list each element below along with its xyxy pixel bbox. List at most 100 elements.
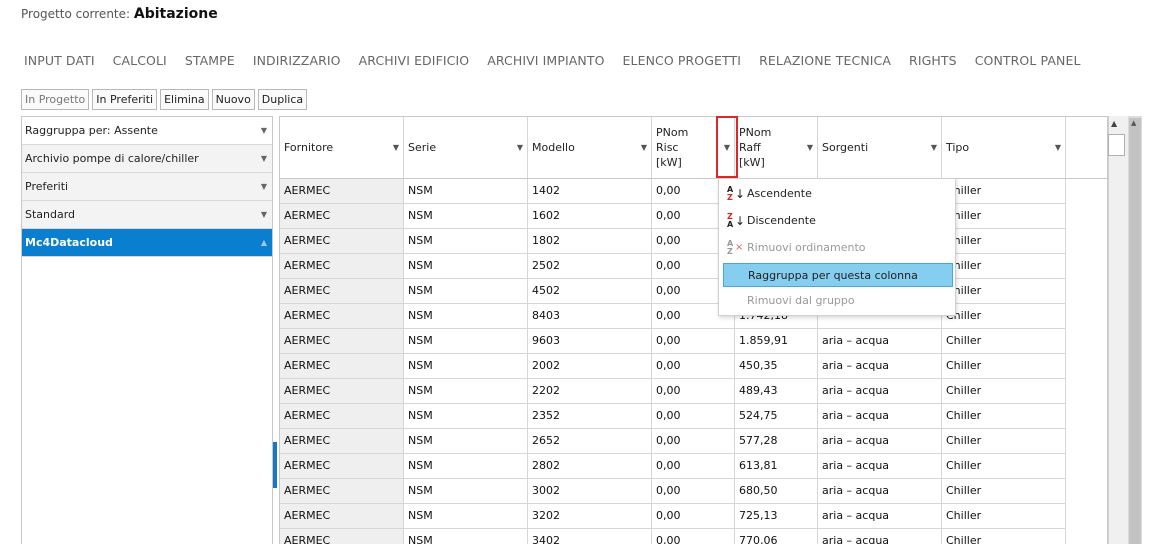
menu-indirizzario[interactable]: INDIRIZZARIO xyxy=(253,53,341,68)
menu-elenco-progetti[interactable]: ELENCO PROGETTI xyxy=(623,53,742,68)
page-scroll-thumb[interactable] xyxy=(1129,118,1141,544)
archive-item-label: Archivio pompe di calore/chiller xyxy=(25,152,199,165)
header-label: PNom xyxy=(656,126,689,139)
archive-item-preferiti[interactable]: Preferiti ▼ xyxy=(22,173,272,201)
in-preferiti-button[interactable]: In Preferiti xyxy=(92,89,158,110)
scroll-up-icon[interactable]: ▲ xyxy=(1131,119,1136,127)
header-pnom-raff[interactable]: PNom Raff [kW] ▼ xyxy=(735,117,818,178)
cell-fornitore: AERMEC xyxy=(280,179,404,204)
menu-item-label: Discendente xyxy=(747,214,816,227)
column-menu-icon[interactable]: ▼ xyxy=(1055,143,1061,152)
cell-modello: 3402 xyxy=(528,529,652,544)
cell-serie: NSM xyxy=(404,454,528,479)
archive-item-mc4datacloud[interactable]: Mc4Datacloud ▲ xyxy=(22,229,272,257)
menu-relazione-tecnica[interactable]: RELAZIONE TECNICA xyxy=(759,53,891,68)
cell-modello: 1602 xyxy=(528,204,652,229)
menu-input-dati[interactable]: INPUT DATI xyxy=(24,53,95,68)
table-row[interactable]: AERMEC NSM 2802 0,00 613,81 aria – acqua Chill… xyxy=(280,454,1066,479)
cell-sorgenti: aria – acqua xyxy=(818,529,942,544)
chevron-up-icon: ▲ xyxy=(260,238,267,247)
cell-modello: 2502 xyxy=(528,254,652,279)
highlight-box xyxy=(716,116,738,178)
column-menu-icon[interactable]: ▼ xyxy=(807,143,813,152)
cell-sorgenti: aria – acqua xyxy=(818,379,942,404)
menu-rights[interactable]: RIGHTS xyxy=(909,53,957,68)
cell-serie: NSM xyxy=(404,504,528,529)
cell-sorgenti: aria – acqua xyxy=(818,429,942,454)
header-label: Sorgenti xyxy=(822,141,869,154)
project-name: Abitazione xyxy=(133,6,218,22)
column-menu-icon[interactable]: ▼ xyxy=(641,143,647,152)
cell-serie: NSM xyxy=(404,529,528,544)
table-row[interactable]: AERMEC NSM 2352 0,00 524,75 aria – acqua Chill… xyxy=(280,404,1066,429)
cell-pnom-raff: 680,50 xyxy=(735,479,818,504)
cell-tipo: Chiller xyxy=(942,179,1066,204)
cell-modello: 2802 xyxy=(528,454,652,479)
cell-fornitore: AERMEC xyxy=(280,354,404,379)
menu-archivi-edificio[interactable]: ARCHIVI EDIFICIO xyxy=(359,53,470,68)
nuovo-button[interactable]: Nuovo xyxy=(211,89,255,110)
header-sorgenti[interactable]: Sorgenti ▼ xyxy=(818,117,942,178)
menu-control-panel[interactable]: CONTROL PANEL xyxy=(975,53,1081,68)
cell-serie: NSM xyxy=(404,179,528,204)
cell-modello: 2352 xyxy=(528,404,652,429)
cell-tipo: Chiller xyxy=(942,254,1066,279)
header-modello[interactable]: Modello ▼ xyxy=(528,117,652,178)
cell-sorgenti: aria – acqua xyxy=(818,504,942,529)
header-tipo[interactable]: Tipo ▼ xyxy=(942,117,1066,178)
duplica-button[interactable]: Duplica xyxy=(257,89,308,110)
table-row[interactable]: AERMEC NSM 2652 0,00 577,28 aria – acqua Chill… xyxy=(280,429,1066,454)
scroll-thumb[interactable] xyxy=(1108,134,1125,156)
menu-item-label: Raggruppa per questa colonna xyxy=(748,269,918,282)
cell-tipo: Chiller xyxy=(942,304,1066,329)
clear-sort-icon: A Z × xyxy=(727,239,744,256)
header-label: Fornitore xyxy=(284,141,334,154)
archive-item-pompe[interactable]: Archivio pompe di calore/chiller ▼ xyxy=(22,145,272,173)
cell-fornitore: AERMEC xyxy=(280,304,404,329)
column-menu-icon[interactable]: ▼ xyxy=(931,143,937,152)
cell-tipo: Chiller xyxy=(942,229,1066,254)
cell-tipo: Chiller xyxy=(942,504,1066,529)
table-row[interactable]: AERMEC NSM 2002 0,00 450,35 aria – acqua Chill… xyxy=(280,354,1066,379)
group-by-dropdown[interactable]: Raggruppa per: Assente ▼ xyxy=(22,117,272,145)
table-row[interactable]: AERMEC NSM 3402 0,00 770,06 aria – acqua Chill… xyxy=(280,529,1066,544)
remove-from-group-item[interactable]: Rimuovi dal gruppo xyxy=(723,289,855,313)
cell-fornitore: AERMEC xyxy=(280,379,404,404)
table-row[interactable]: AERMEC NSM 9603 0,00 1.859,91 aria – acqua Chi… xyxy=(280,329,1066,354)
remove-sort-item[interactable]: A Z × Rimuovi ordinamento xyxy=(723,236,866,260)
sort-ascending-item[interactable]: A Z ↓ Ascendente xyxy=(723,182,812,206)
archive-item-standard[interactable]: Standard ▼ xyxy=(22,201,272,229)
header-label: [kW] xyxy=(656,156,682,169)
sort-descending-item[interactable]: Z A ↓ Discendente xyxy=(723,209,816,233)
elimina-button[interactable]: Elimina xyxy=(160,89,209,110)
sort-az-icon: A Z ↓ xyxy=(727,185,746,202)
table-row[interactable]: AERMEC NSM 2202 0,00 489,43 aria – acqua Chill… xyxy=(280,379,1066,404)
header-label: Tipo xyxy=(946,141,970,154)
cell-pnom-risc: 0,00 xyxy=(652,379,735,404)
chevron-down-icon: ▼ xyxy=(260,210,267,219)
column-menu-icon[interactable]: ▼ xyxy=(393,143,399,152)
cell-pnom-raff: 450,35 xyxy=(735,354,818,379)
header-serie[interactable]: Serie ▼ xyxy=(404,117,528,178)
cell-serie: NSM xyxy=(404,304,528,329)
column-menu-icon[interactable]: ▼ xyxy=(517,143,523,152)
cell-pnom-raff: 524,75 xyxy=(735,404,818,429)
cell-sorgenti: aria – acqua xyxy=(818,479,942,504)
header-fornitore[interactable]: Fornitore ▼ xyxy=(280,117,404,178)
cell-pnom-risc: 0,00 xyxy=(652,354,735,379)
menu-calcoli[interactable]: CALCOLI xyxy=(113,53,167,68)
table-row[interactable]: AERMEC NSM 3202 0,00 725,13 aria – acqua Chill… xyxy=(280,504,1066,529)
menu-stampe[interactable]: STAMPE xyxy=(185,53,235,68)
cell-sorgenti: aria – acqua xyxy=(818,454,942,479)
grid-scrollbar[interactable] xyxy=(1108,116,1128,544)
menu-archivi-impianto[interactable]: ARCHIVI IMPIANTO xyxy=(487,53,604,68)
splitter-handle[interactable] xyxy=(273,442,277,488)
table-row[interactable]: AERMEC NSM 3002 0,00 680,50 aria – acqua Chill… xyxy=(280,479,1066,504)
scroll-up-icon[interactable]: ▲ xyxy=(1111,119,1117,128)
toolbar: In Progetto In Preferiti Elimina Nuovo D… xyxy=(21,89,310,110)
group-by-column-item[interactable]: Raggruppa per questa colonna xyxy=(723,263,953,287)
main-menu: INPUT DATI CALCOLI STAMPE INDIRIZZARIO A… xyxy=(24,53,1099,68)
cell-fornitore: AERMEC xyxy=(280,204,404,229)
in-progetto-button[interactable]: In Progetto xyxy=(21,89,90,110)
cell-tipo: Chiller xyxy=(942,429,1066,454)
